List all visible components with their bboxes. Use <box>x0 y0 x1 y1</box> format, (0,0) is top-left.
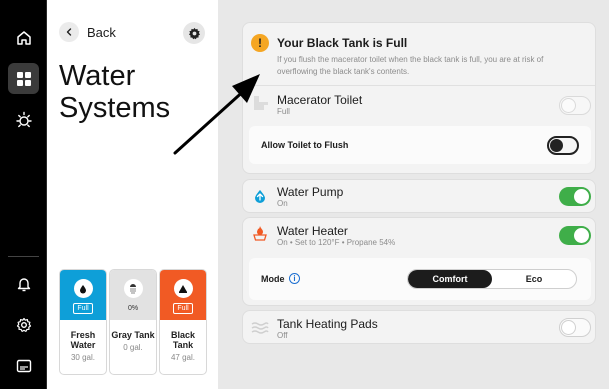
rail-divider <box>8 256 39 257</box>
tank-card-fresh-water[interactable]: Full Fresh Water 30 gal. <box>59 269 107 375</box>
tank-name: Fresh Water <box>70 330 96 350</box>
tank-name: Black Tank <box>170 330 196 350</box>
grid-button[interactable] <box>8 63 39 94</box>
allow-flush-row: Allow Toilet to Flush <box>249 126 591 164</box>
display-button[interactable] <box>8 350 39 381</box>
tank-level-fill: 0% <box>110 270 156 320</box>
toilet-icon <box>254 96 268 110</box>
macerator-title: Macerator Toilet <box>277 93 363 107</box>
tank-level-fill: Full <box>60 270 106 320</box>
sun-icon <box>15 111 32 127</box>
tank-capacity: 0 gal. <box>123 343 143 352</box>
water-pump-toggle[interactable] <box>559 187 591 206</box>
allow-flush-label: Allow Toilet to Flush <box>261 140 349 150</box>
toggle-knob <box>561 320 576 335</box>
tank-level-badge: Full <box>173 303 193 314</box>
macerator-status: Full <box>277 107 290 116</box>
alert-body: If you flush the macerator toilet when t… <box>277 55 544 76</box>
back-button[interactable]: Back <box>59 22 116 42</box>
water-pump-title: Water Pump <box>277 185 344 199</box>
toggle-knob <box>561 98 576 113</box>
mode-row: Mode i Comfort Eco <box>249 258 591 300</box>
water-pump-card[interactable]: Water Pump On <box>242 179 596 213</box>
heating-pads-status: Off <box>277 331 288 340</box>
toggle-knob <box>550 139 563 152</box>
warning-icon: ! <box>251 34 269 52</box>
home-button[interactable] <box>8 22 39 53</box>
heating-pads-title: Tank Heating Pads <box>277 317 378 331</box>
settings-button[interactable] <box>8 309 39 340</box>
black-tank-icon <box>173 279 193 298</box>
mode-option-eco[interactable]: Eco <box>492 270 576 288</box>
panel-settings-button[interactable] <box>183 22 205 44</box>
heating-pad-icon <box>251 322 269 334</box>
heating-pads-toggle[interactable] <box>559 318 591 337</box>
water-heater-toggle[interactable] <box>559 226 591 245</box>
water-heater-card: Water Heater On • Set to 120°F • Propane… <box>242 217 596 306</box>
settings-icon <box>16 317 31 332</box>
tank-level-fill: Full <box>160 270 206 320</box>
divider <box>243 85 595 86</box>
back-label: Back <box>87 24 116 40</box>
chevron-left-icon <box>59 22 79 42</box>
page-title: Water Systems <box>59 60 171 124</box>
tank-card-gray-tank[interactable]: 0% Gray Tank 0 gal. <box>109 269 157 375</box>
lights-button[interactable] <box>8 104 39 135</box>
mode-option-comfort[interactable]: Comfort <box>408 270 492 288</box>
tank-capacity: 47 gal. <box>170 353 196 362</box>
tank-heating-pads-card[interactable]: Tank Heating Pads Off <box>242 310 596 344</box>
grid-icon <box>16 71 31 86</box>
gear-icon <box>188 27 200 39</box>
water-pump-status: On <box>277 199 288 208</box>
mode-label: Mode <box>261 274 285 284</box>
display-icon <box>16 359 31 372</box>
tank-level-badge: Full <box>73 303 93 314</box>
mode-selector: Comfort Eco <box>407 269 577 289</box>
tank-capacity: 30 gal. <box>70 353 96 362</box>
gray-water-icon <box>123 279 143 298</box>
side-rail <box>0 0 47 389</box>
controls-panel: ! Your Black Tank is Full If you flush t… <box>218 0 609 389</box>
water-heater-title: Water Heater <box>277 224 348 238</box>
home-icon <box>16 30 31 45</box>
macerator-toggle[interactable] <box>559 96 591 115</box>
water-pump-icon <box>255 190 265 203</box>
info-icon[interactable]: i <box>289 273 300 284</box>
bell-icon <box>17 277 30 291</box>
water-drop-icon <box>73 279 93 298</box>
tank-level-badge: 0% <box>127 305 139 312</box>
alert-title: Your Black Tank is Full <box>277 36 408 50</box>
toggle-knob <box>574 228 589 243</box>
tank-name: Gray Tank <box>111 330 155 340</box>
water-systems-panel: Back Water Systems Full Fresh Water 30 g… <box>47 0 218 389</box>
toggle-knob <box>574 189 589 204</box>
notifications-button[interactable] <box>8 268 39 299</box>
tank-card-black-tank[interactable]: Full Black Tank 47 gal. <box>159 269 207 375</box>
black-tank-warning-card: ! Your Black Tank is Full If you flush t… <box>242 22 596 174</box>
water-heater-status: On • Set to 120°F • Propane 54% <box>277 238 396 247</box>
flame-icon <box>253 226 267 241</box>
allow-flush-toggle[interactable] <box>547 136 579 155</box>
